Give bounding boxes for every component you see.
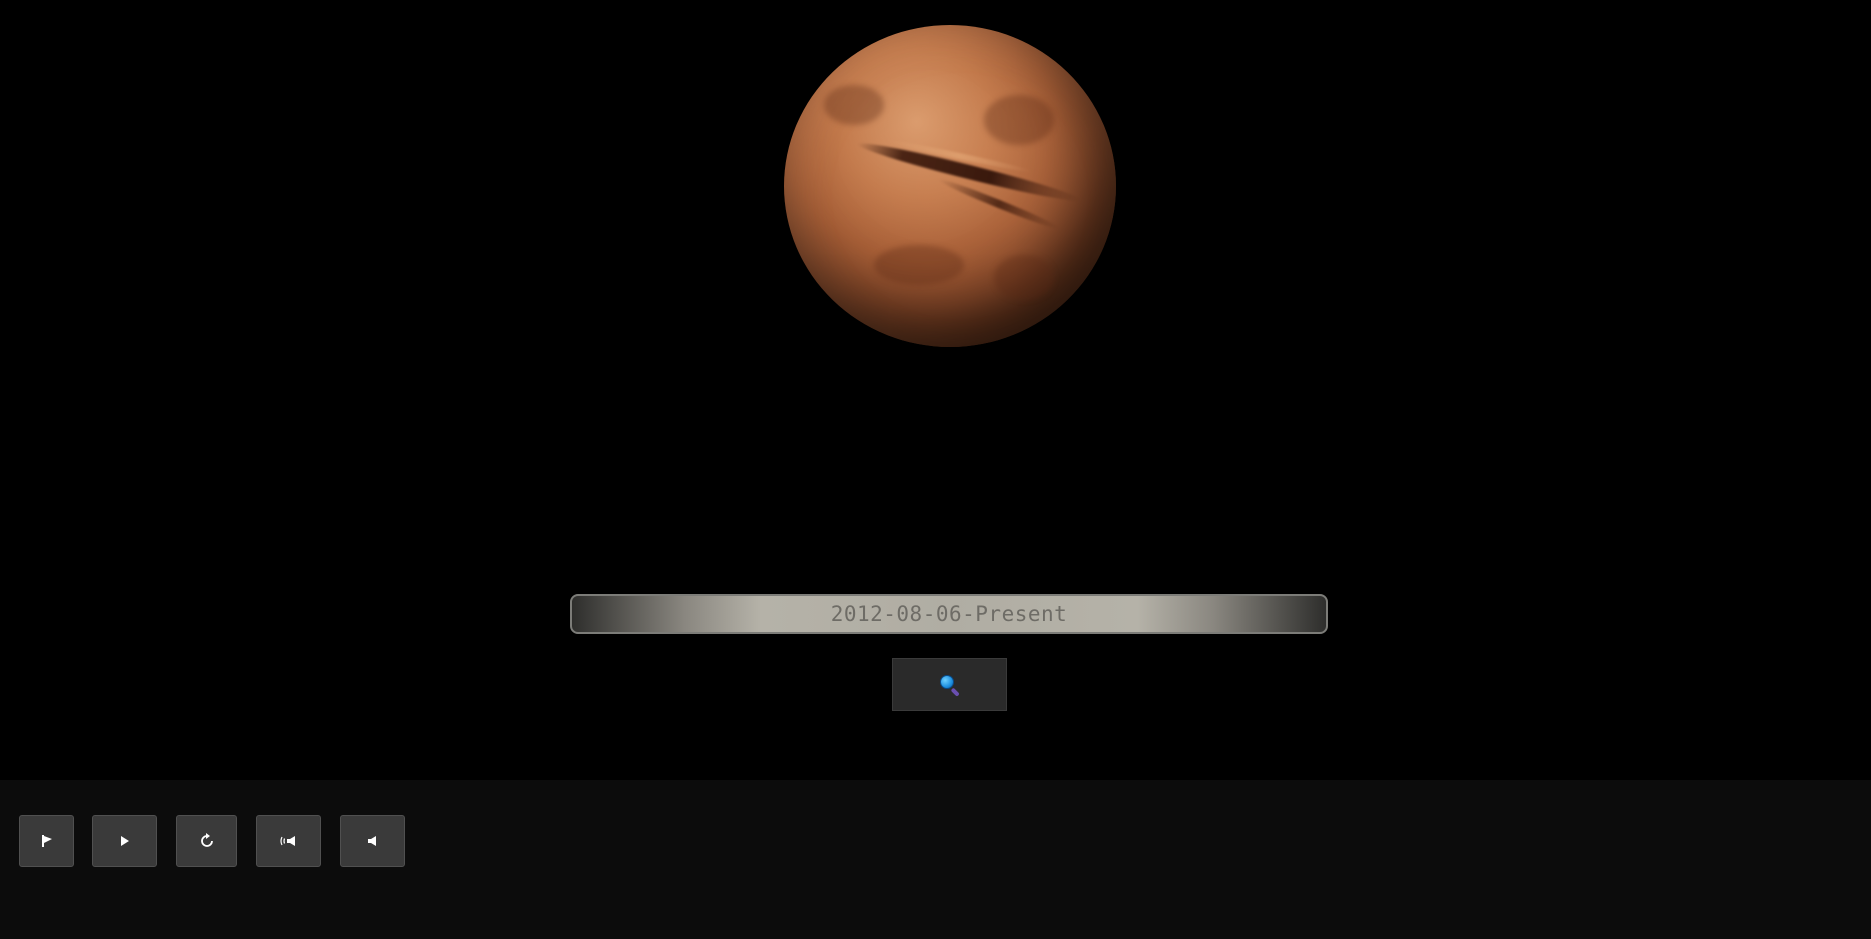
date-range-field[interactable]: 2012-08-06-Present <box>570 594 1328 634</box>
replay-button[interactable] <box>176 815 237 867</box>
search-button[interactable] <box>892 658 1007 711</box>
speaker-icon <box>367 836 376 846</box>
app-stage: 2012-08-06-Present <box>0 0 1871 939</box>
play-button[interactable] <box>92 815 157 867</box>
play-icon <box>120 836 129 846</box>
flag-icon <box>41 835 52 847</box>
sound-on-button[interactable] <box>256 815 321 867</box>
search-icon <box>939 674 961 697</box>
replay-icon <box>200 833 213 847</box>
flag-button[interactable] <box>19 815 74 867</box>
mars-planet-image <box>784 25 1116 347</box>
speaker-sound-icon <box>279 836 295 846</box>
sound-off-button[interactable] <box>340 815 405 867</box>
control-bar <box>0 780 1871 939</box>
